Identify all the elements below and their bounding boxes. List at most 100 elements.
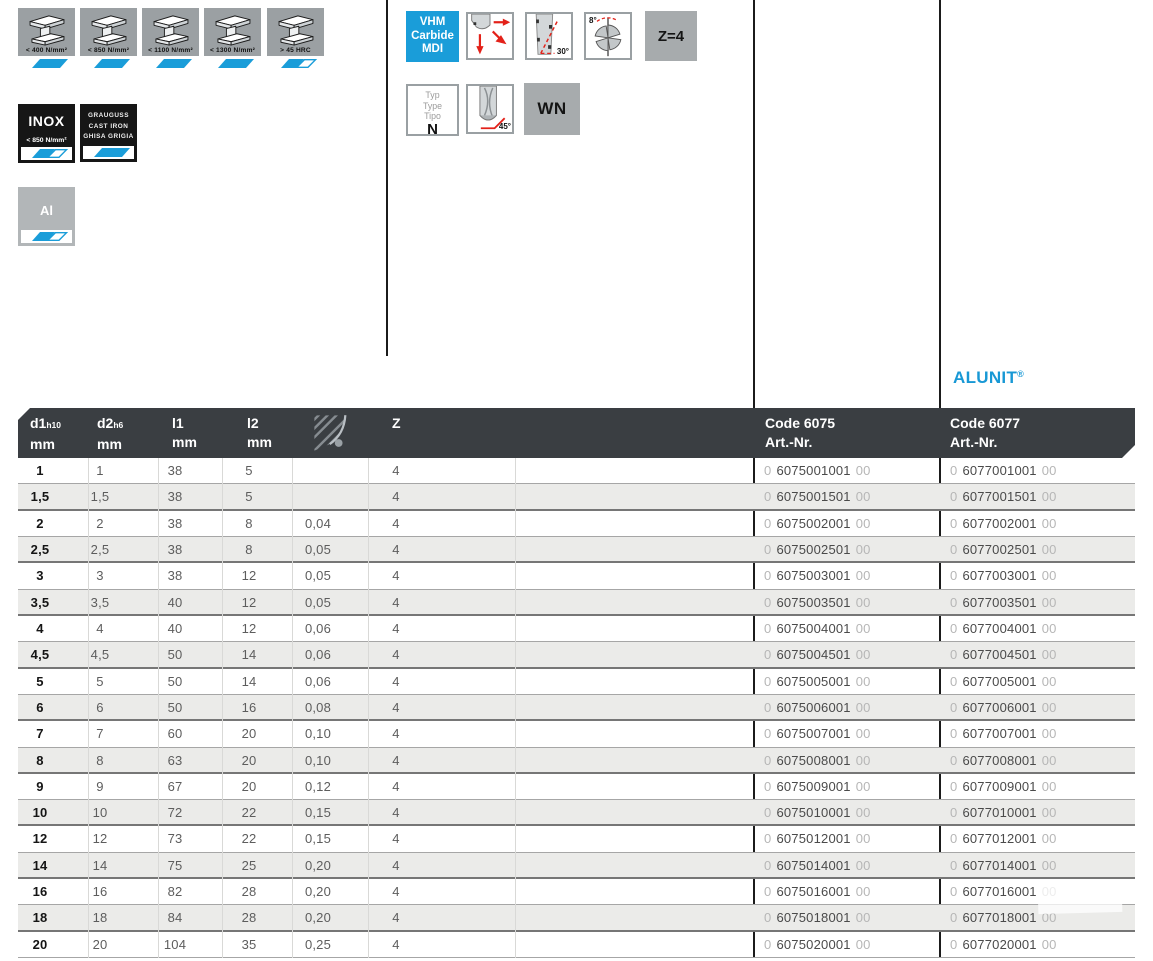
article-number-6077: 0607701400100 xyxy=(950,853,1057,877)
cell-l2: 12 xyxy=(225,563,273,588)
cell-z: 4 xyxy=(374,853,418,877)
table-row: 2,52,53880,05406075002501000607700250100 xyxy=(18,537,1135,563)
article-number-6075: 0607501400100 xyxy=(764,853,871,877)
machinability-strip xyxy=(83,146,134,159)
article-number-6077: 0607700700100 xyxy=(950,721,1057,746)
article-number-6077: 0607700500100 xyxy=(950,669,1057,694)
machinability-strip xyxy=(204,56,261,70)
cell-d2: 6 xyxy=(76,695,124,719)
cell-d2: 8 xyxy=(76,748,124,772)
article-number-6075: 0607500100100 xyxy=(764,458,871,483)
cell-chamfer: 0,10 xyxy=(294,721,342,746)
flutes-badge: Z=4 xyxy=(645,11,697,61)
cell-chamfer: 0,06 xyxy=(294,669,342,694)
cell-d1: 4,5 xyxy=(18,642,62,666)
cell-d1: 1 xyxy=(18,458,62,483)
cell-chamfer: 0,04 xyxy=(294,511,342,536)
table-row: 9967200,12406075009001000607700900100 xyxy=(18,774,1135,800)
column-rule xyxy=(222,458,223,958)
full-parallelogram-icon xyxy=(148,58,194,69)
header-l1: l1 mm xyxy=(172,415,197,451)
vhm-line: Carbide xyxy=(411,30,454,44)
ibeam-icon xyxy=(150,14,192,46)
header-code-6075: Code 6075 Art.-Nr. xyxy=(765,415,835,451)
column-rule xyxy=(368,458,369,958)
table-row: 7760200,10406075007001000607700700100 xyxy=(18,721,1135,747)
scan-artifact xyxy=(1038,882,1123,914)
material-icon-steel-1300: < 1300 N/mm² xyxy=(204,8,261,70)
cell-d1: 16 xyxy=(18,879,62,904)
full-parallelogram-icon xyxy=(210,58,256,69)
cell-chamfer: 0,20 xyxy=(294,905,342,929)
table-row: 8863200,10406075008001000607700800100 xyxy=(18,748,1135,774)
article-number-6077: 0607700300100 xyxy=(950,563,1057,588)
cell-z: 4 xyxy=(374,563,418,588)
material-icon-steel-1100: < 1100 N/mm² xyxy=(142,8,199,70)
corner-chamfer-icon xyxy=(312,413,352,458)
article-number-6075: 0607500400100 xyxy=(764,616,871,641)
cell-l2: 25 xyxy=(225,853,273,877)
cell-d1: 10 xyxy=(18,800,62,824)
column-rule xyxy=(158,458,159,958)
cell-d1: 3 xyxy=(18,563,62,588)
cell-l2: 22 xyxy=(225,800,273,824)
cell-d2: 4,5 xyxy=(76,642,124,666)
cell-d2: 7 xyxy=(76,721,124,746)
header-z: Z xyxy=(392,415,401,432)
inox-strength-label: < 850 N/mm² xyxy=(18,129,75,147)
cell-z: 4 xyxy=(374,695,418,719)
table-row: 141475250,20406075014001000607701400100 xyxy=(18,853,1135,879)
cell-chamfer: 0,20 xyxy=(294,879,342,904)
article-number-6075: 0607502000100 xyxy=(764,932,871,957)
cell-z: 4 xyxy=(374,826,418,851)
chamfer-icon: 45° xyxy=(466,84,514,134)
cell-chamfer: 0,05 xyxy=(294,537,342,561)
article-number-6075: 0607501000100 xyxy=(764,800,871,824)
half-parallelogram-icon xyxy=(273,58,319,69)
article-number-6075: 0607501600100 xyxy=(764,879,871,904)
cell-d1: 6 xyxy=(18,695,62,719)
article-number-6077: 0607700450100 xyxy=(950,642,1057,666)
cell-l2: 28 xyxy=(225,879,273,904)
ibeam-icon xyxy=(275,14,317,46)
cell-chamfer: 0,10 xyxy=(294,748,342,772)
material-icon-aluminium: Al xyxy=(18,187,75,246)
cell-d2: 16 xyxy=(76,879,124,904)
article-number-6077: 0607700400100 xyxy=(950,616,1057,641)
wn-label: WN xyxy=(537,99,566,119)
article-number-6075: 0607500350100 xyxy=(764,590,871,614)
vhm-carbide-badge: VHM Carbide MDI xyxy=(406,11,459,62)
article-number-6077: 0607701200100 xyxy=(950,826,1057,851)
full-parallelogram-icon xyxy=(24,58,70,69)
wn-shank-badge: WN xyxy=(524,83,580,135)
cell-l2: 20 xyxy=(225,748,273,772)
cell-chamfer: 0,25 xyxy=(294,932,342,957)
cell-d2: 14 xyxy=(76,853,124,877)
type-label-en: Type xyxy=(408,101,457,112)
cell-d1: 2 xyxy=(18,511,62,536)
column-rule xyxy=(515,458,516,958)
table-row: 11385406075001001000607700100100 xyxy=(18,458,1135,484)
article-number-6077: 0607701000100 xyxy=(950,800,1057,824)
cell-chamfer: 0,15 xyxy=(294,826,342,851)
cell-d2: 12 xyxy=(76,826,124,851)
cell-d2: 10 xyxy=(76,800,124,824)
machinability-strip xyxy=(142,56,199,70)
cell-z: 4 xyxy=(374,774,418,799)
cell-z: 4 xyxy=(374,669,418,694)
article-number-6077: 0607700100100 xyxy=(950,458,1057,483)
cast-iron-label-en: CAST IRON xyxy=(80,122,137,133)
chamfer-angle-label: 45° xyxy=(499,122,511,131)
article-number-6075: 0607501200100 xyxy=(764,826,871,851)
machinability-strip xyxy=(267,56,324,70)
flutes-label: Z=4 xyxy=(658,28,684,45)
material-icon-cast-iron: GRAUGUSS CAST IRON GHISA GRIGIA xyxy=(80,104,137,162)
helix-angle-label: 30° xyxy=(557,47,569,56)
material-strength-label: < 1100 N/mm² xyxy=(148,47,193,56)
table-row: 4440120,06406075004001000607700400100 xyxy=(18,616,1135,642)
cell-d2: 2,5 xyxy=(76,537,124,561)
article-number-6075: 0607500200100 xyxy=(764,511,871,536)
cell-l2: 16 xyxy=(225,695,273,719)
table-row: 2020104350,25406075020001000607702000100 xyxy=(18,932,1135,958)
type-label-it: Tipo xyxy=(408,111,457,122)
